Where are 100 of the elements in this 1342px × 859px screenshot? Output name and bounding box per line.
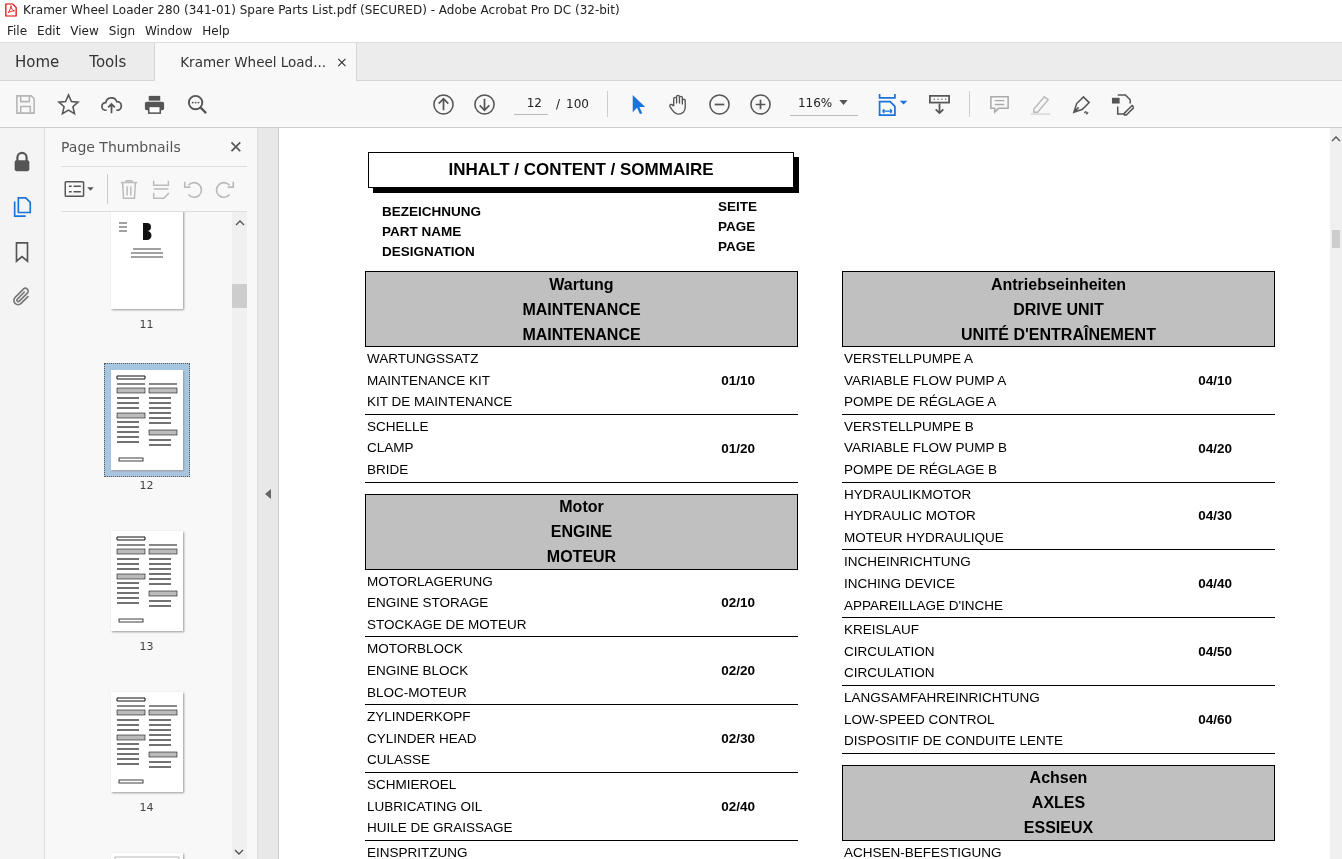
acrobat-icon (5, 3, 17, 17)
tab[interactable]: Tools (74, 43, 155, 80)
page-thumbnail[interactable] (103, 363, 190, 477)
page-number-label: 13 (139, 640, 154, 653)
part-name: VARIABLE FLOW PUMP B (844, 439, 1008, 458)
part-name: APPAREILLAGE D'INCHE (844, 596, 1004, 615)
scroll-thumb[interactable] (1332, 230, 1340, 248)
document-edit-icon[interactable] (1110, 92, 1134, 116)
part-name: LOW-SPEED CONTROL (844, 710, 995, 729)
zoom-search-icon[interactable] (186, 92, 209, 116)
part-name: BLOC-MOTEUR (367, 683, 467, 702)
part-name: HUILE DE GRAISSAGE (367, 819, 513, 838)
scroll-down-icon[interactable] (234, 849, 244, 855)
part-name: MAINTENANCE KIT (367, 371, 490, 390)
page-number-label: 14 (139, 801, 154, 814)
tab[interactable]: Kramer Wheel Load... × (154, 43, 357, 81)
previous-page-icon[interactable] (432, 92, 455, 116)
page-number-label: 11 (139, 318, 154, 331)
section-title: MOTEUR (546, 547, 617, 568)
scroll-up-icon[interactable] (234, 220, 245, 226)
part-name: INCHING DEVICE (844, 574, 955, 593)
close-icon[interactable]: × (336, 54, 348, 70)
section-title: Motor (559, 497, 604, 518)
page-count: 100 (566, 97, 589, 111)
part-name: STOCKAGE DE MOTEUR (367, 615, 527, 634)
scrollbar[interactable] (232, 212, 247, 859)
page-reference: 01/10 (721, 372, 755, 388)
page-reference: 04/40 (1198, 576, 1232, 592)
scroll-thumb[interactable] (232, 284, 247, 308)
menu-item[interactable]: View (65, 24, 104, 38)
zoom-out-icon[interactable] (707, 92, 731, 116)
part-name: CLAMP (367, 439, 414, 458)
page-reference: 01/20 (721, 440, 755, 456)
page-number-label: 12 (139, 479, 154, 492)
part-name: BRIDE (367, 460, 409, 479)
part-name: SCHMIEROEL (367, 775, 457, 794)
page-reference: 04/60 (1198, 711, 1232, 727)
menu-item[interactable]: Edit (32, 24, 66, 38)
part-name: DISPOSITIF DE CONDUITE LENTE (844, 732, 1064, 751)
page-separator: / (556, 97, 561, 111)
part-name: ENGINE STORAGE (367, 594, 489, 613)
part-name: KIT DE MAINTENANCE (367, 393, 513, 412)
zoom-in-icon[interactable] (748, 92, 772, 116)
part-name: ACHSEN-BEFESTIGUNG (844, 843, 1002, 859)
part-name: VARIABLE FLOW PUMP A (844, 371, 1007, 390)
section-title: Achsen (1029, 768, 1088, 789)
section-title: MAINTENANCE (522, 324, 641, 345)
part-name: SCHELLE (367, 417, 429, 436)
tab[interactable]: Home (0, 43, 75, 80)
part-name: CIRCULATION (844, 642, 935, 661)
part-name: POMPE DE RÉGLAGE B (844, 460, 998, 479)
scrollbar[interactable] (1330, 128, 1342, 859)
section-title: ESSIEUX (1023, 818, 1094, 839)
page-reference: 04/20 (1198, 440, 1232, 456)
caret-icon[interactable] (838, 100, 848, 105)
part-name: ENGINE BLOCK (367, 661, 469, 680)
read-mode-icon[interactable] (927, 92, 951, 116)
menu-item[interactable]: Sign (103, 24, 140, 38)
window-title: Kramer Wheel Loader 280 (341-01) Spare Parts List.pdf (SECURED) - Adobe Acrobat Pro DC (32-bit) (23, 3, 620, 17)
part-name: CYLINDER HEAD (367, 729, 477, 748)
part-name: INCHEINRICHTUNG (844, 553, 971, 572)
close-icon[interactable]: ✕ (228, 137, 243, 157)
panel-title: Page Thumbnails (61, 139, 181, 155)
next-page-icon[interactable] (473, 92, 496, 116)
column-heading: DESIGNATION (382, 243, 476, 261)
part-name: MOTORLAGERUNG (367, 572, 493, 591)
part-name: VERSTELLPUMPE A (844, 350, 974, 368)
part-name: POMPE DE RÉGLAGE A (844, 393, 997, 412)
page-reference: 04/10 (1198, 372, 1232, 388)
part-name: WARTUNGSSATZ (367, 350, 479, 368)
section-title: MAINTENANCE (522, 299, 641, 320)
column-heading: PAGE (718, 218, 757, 236)
page-reference: 02/10 (721, 595, 755, 611)
part-name: VERSTELLPUMPE B (844, 417, 974, 436)
part-name: MOTORBLOCK (367, 640, 463, 659)
star-icon[interactable] (57, 92, 80, 116)
part-name: HYDRAULIKMOTOR (844, 485, 972, 504)
part-name: ZYLINDERKOPF (367, 708, 471, 727)
page-reference: 02/20 (721, 663, 755, 679)
zoom-dropdown[interactable]: 116% (789, 92, 858, 116)
part-name: MOTEUR HYDRAULIQUE (844, 528, 1004, 547)
part-name: EINSPRITZUNG (367, 843, 468, 859)
collapse-arrow-icon[interactable] (265, 488, 271, 499)
column-heading: BEZEICHNUNG (382, 203, 482, 221)
part-name: LANGSAMFAHREINRICHTUNG (844, 688, 1040, 707)
page-reference: 02/40 (721, 798, 755, 814)
page-reference: 04/30 (1198, 508, 1232, 524)
part-name: HYDRAULIC MOTOR (844, 507, 976, 526)
part-name: KREISLAUF (844, 621, 920, 640)
section-title: UNITÉ D'ENTRAÎNEMENT (961, 324, 1156, 345)
page-number-field[interactable]: 12 (514, 93, 548, 115)
scroll-up-icon[interactable] (1331, 136, 1341, 142)
section-title: ENGINE (550, 522, 613, 543)
pages-icon[interactable] (11, 196, 33, 218)
section-title: Antriebseinheiten (990, 274, 1127, 295)
menu-item[interactable]: File (2, 24, 33, 38)
menu-item[interactable]: Window (140, 24, 198, 38)
part-name: CIRCULATION (844, 664, 935, 683)
section-title: Wartung (549, 274, 614, 295)
menu-item[interactable]: Help (197, 24, 235, 38)
